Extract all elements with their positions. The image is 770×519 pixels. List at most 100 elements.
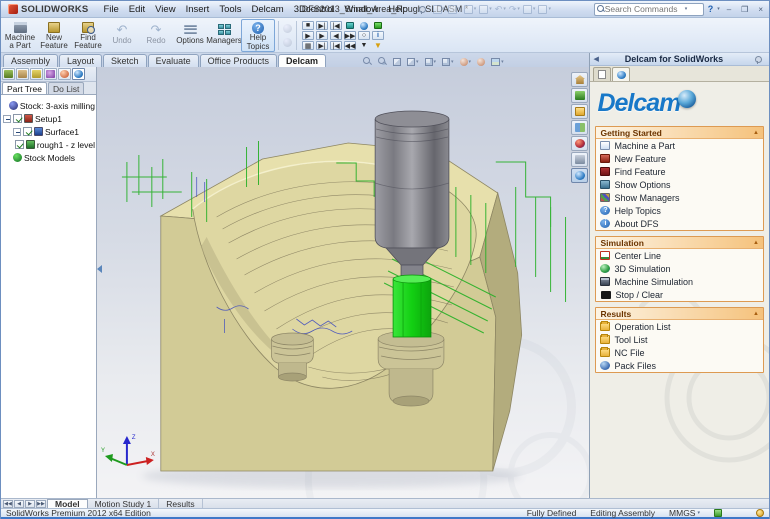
help-dropdown-icon[interactable]: ▾ xyxy=(717,6,720,12)
view-orientation-icon[interactable]: ▾ xyxy=(425,58,437,66)
model-tab[interactable]: Model xyxy=(47,499,88,509)
zoom-to-area-icon[interactable] xyxy=(378,57,387,66)
dimxpert-tab-icon[interactable] xyxy=(44,68,57,80)
results-tab[interactable]: Results xyxy=(159,499,202,509)
stop-icon[interactable]: ■ xyxy=(302,21,314,30)
rewind-icon[interactable]: ◀◀ xyxy=(344,41,356,50)
file-explorer-icon[interactable] xyxy=(571,104,588,119)
display-style-icon[interactable]: ▾ xyxy=(442,58,454,66)
graphics-viewport[interactable]: Z X Y xyxy=(97,67,589,498)
tab-layout[interactable]: Layout xyxy=(59,54,102,67)
machine-a-part-button[interactable]: Machine a Part xyxy=(3,19,37,52)
show-managers-item[interactable]: Show Managers xyxy=(596,191,763,204)
section-view-icon[interactable]: ▾ xyxy=(407,58,419,66)
solidworks-resources-icon[interactable] xyxy=(571,72,588,87)
new-feature-button[interactable]: New Feature xyxy=(37,19,71,52)
info-tab[interactable] xyxy=(593,67,611,81)
step-start-icon[interactable]: |◀ xyxy=(330,41,342,50)
machine-simulation-item[interactable]: Machine Simulation xyxy=(596,275,763,288)
property-manager-tab-icon[interactable] xyxy=(16,68,29,80)
step-end-icon[interactable]: ▶| xyxy=(316,41,328,50)
surface1-checkbox[interactable] xyxy=(23,127,32,136)
nc-file-item[interactable]: NC File xyxy=(596,346,763,359)
setup1-checkbox[interactable] xyxy=(13,114,22,123)
tree-row-stock[interactable]: Stock: 3-axis milling xyxy=(3,99,95,112)
part-tree-tab[interactable]: Part Tree xyxy=(2,82,47,94)
menu-tools[interactable]: Tools xyxy=(214,3,246,16)
table-icon[interactable]: ▦ xyxy=(302,41,314,50)
results-header[interactable]: Results ▲ xyxy=(596,308,763,320)
open-document-icon[interactable]: ▾ xyxy=(447,5,462,14)
menu-help[interactable]: Help xyxy=(383,3,413,16)
pin-pane-icon[interactable] xyxy=(753,55,762,64)
redo-button[interactable]: ↷ Redo xyxy=(139,19,173,52)
stop-clear-item[interactable]: Stop / Clear xyxy=(596,288,763,301)
options-button[interactable]: Options xyxy=(173,19,207,52)
tool-list-item[interactable]: Tool List xyxy=(596,333,763,346)
tree-row-stock-models[interactable]: Stock Models xyxy=(3,151,95,164)
globe-icon[interactable] xyxy=(358,21,370,30)
collapse-expander-icon[interactable] xyxy=(13,128,21,136)
simulation-header[interactable]: Simulation ▲ xyxy=(596,237,763,249)
scroll-first-icon[interactable]: ◀◀ xyxy=(3,500,13,508)
rough1-checkbox[interactable] xyxy=(15,140,24,149)
rebuild-icon[interactable]: ▾ xyxy=(537,5,552,14)
mini-icon-1[interactable] xyxy=(283,24,292,33)
scroll-left-icon[interactable]: ◀ xyxy=(14,500,24,508)
delcam-tab-icon[interactable] xyxy=(72,68,85,80)
scroll-right-icon[interactable]: ▶ xyxy=(25,500,35,508)
edit-appearance-icon[interactable] xyxy=(477,58,485,66)
menu-view[interactable]: View xyxy=(150,3,180,16)
record-icon[interactable]: ○ xyxy=(358,31,370,40)
select-icon[interactable]: ▾ xyxy=(522,5,537,14)
search-commands-input[interactable] xyxy=(605,4,685,14)
step-over-icon[interactable]: |◀ xyxy=(330,21,342,30)
help-topics-button[interactable]: ? Help Topics xyxy=(241,19,275,52)
zoom-to-fit-icon[interactable] xyxy=(363,57,372,66)
search-commands-box[interactable]: ▾ xyxy=(594,3,704,16)
menu-window[interactable]: Window xyxy=(339,3,383,16)
previous-view-icon[interactable] xyxy=(393,58,401,66)
play-next-icon[interactable]: ▶ xyxy=(316,31,328,40)
show-options-item[interactable]: Show Options xyxy=(596,178,763,191)
motion-study-tab[interactable]: Motion Study 1 xyxy=(88,499,160,509)
tab-sketch[interactable]: Sketch xyxy=(103,54,147,67)
delcam-task-pane-icon[interactable] xyxy=(571,168,588,183)
close-button[interactable]: × xyxy=(755,5,766,14)
info-icon[interactable]: i xyxy=(372,31,384,40)
machine-a-part-item[interactable]: Machine a Part xyxy=(596,139,763,152)
menu-3dcontrol[interactable]: 3Dcontrol xyxy=(289,3,340,16)
tab-office-products[interactable]: Office Products xyxy=(200,54,277,67)
tree-row-surface1[interactable]: Surface1 xyxy=(3,125,95,138)
apply-scene-icon[interactable]: ▾ xyxy=(491,58,504,66)
collapse-expander-icon[interactable] xyxy=(3,115,11,123)
menu-edit[interactable]: Edit xyxy=(124,3,150,16)
pin-menu-icon[interactable] xyxy=(417,5,426,14)
tags-icon[interactable] xyxy=(714,509,722,517)
play-back-icon[interactable]: ◀ xyxy=(330,31,342,40)
print-icon[interactable]: ▾ xyxy=(478,5,493,14)
appearances-scenes-icon[interactable] xyxy=(571,136,588,151)
center-line-item[interactable]: Center Line xyxy=(596,249,763,262)
help-topics-item[interactable]: ? Help Topics xyxy=(596,204,763,217)
appearances-tab-icon[interactable] xyxy=(58,68,71,80)
menu-file[interactable]: File xyxy=(98,3,123,16)
custom-properties-icon[interactable] xyxy=(571,152,588,167)
save-icon[interactable]: ▾ xyxy=(463,5,478,14)
filter-icon[interactable]: ▼ xyxy=(372,41,384,50)
fast-forward-icon[interactable]: ▶▶ xyxy=(344,31,356,40)
restore-button[interactable]: ❒ xyxy=(738,5,751,14)
configuration-manager-tab-icon[interactable] xyxy=(30,68,43,80)
new-feature-item[interactable]: New Feature xyxy=(596,152,763,165)
tab-assembly[interactable]: Assembly xyxy=(3,54,58,67)
search-dropdown-icon[interactable]: ▾ xyxy=(685,6,688,12)
menu-delcam[interactable]: Delcam xyxy=(247,3,289,16)
play-icon[interactable]: ▶ xyxy=(302,31,314,40)
pack-files-item[interactable]: Pack Files xyxy=(596,359,763,372)
tab-delcam[interactable]: Delcam xyxy=(278,54,326,67)
find-feature-button[interactable]: Find Feature xyxy=(71,19,105,52)
view-palette-icon[interactable] xyxy=(571,120,588,135)
brush-icon[interactable]: ▼ xyxy=(358,41,370,50)
tool-block-green-icon[interactable] xyxy=(372,21,384,30)
tool-block-teal-icon[interactable] xyxy=(344,21,356,30)
